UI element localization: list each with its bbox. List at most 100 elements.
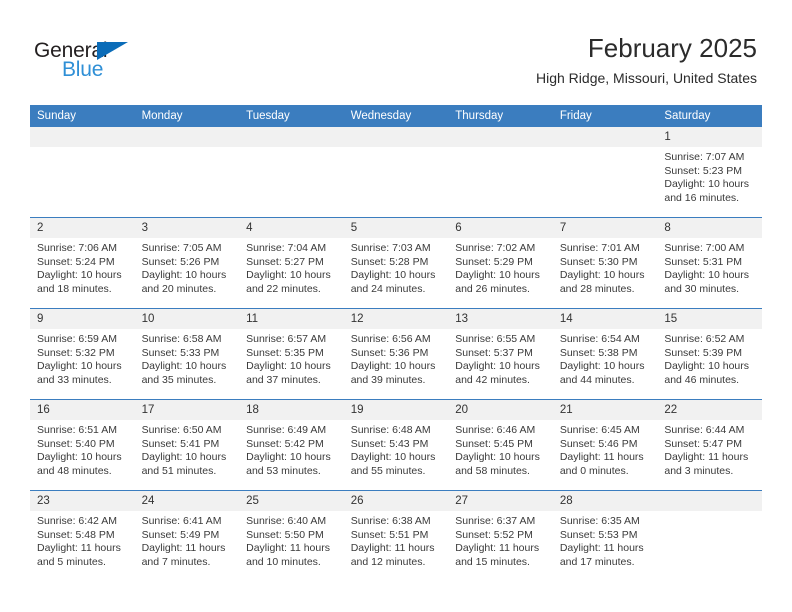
day-cell[interactable]: 2 Sunrise: 7:06 AM Sunset: 5:24 PM Daylight… <box>30 217 135 309</box>
sunrise-text: Sunrise: 6:37 AM <box>455 515 536 527</box>
day-number: 22 <box>657 400 762 420</box>
daylight-text-line1: Daylight: 11 hours <box>350 542 435 554</box>
day-cell[interactable]: 18 Sunrise: 6:49 AM Sunset: 5:42 PM Dayligh… <box>239 399 344 491</box>
day-cell[interactable]: 13 Sunrise: 6:55 AM Sunset: 5:37 PM Dayligh… <box>448 308 553 400</box>
day-cell[interactable]: 5 Sunrise: 7:03 AM Sunset: 5:28 PM Daylight… <box>343 217 449 309</box>
daylight-text-line2: and 0 minutes. <box>559 464 629 477</box>
sunset-text: Sunset: 5:31 PM <box>664 255 743 268</box>
day-cell[interactable]: 11 Sunrise: 6:57 AM Sunset: 5:35 PM Dayligh… <box>239 308 344 400</box>
daylight-text-line2: and 33 minutes. <box>37 373 112 386</box>
day-cell[interactable]: 10 Sunrise: 6:58 AM Sunset: 5:33 PM Dayligh… <box>134 308 240 400</box>
daylight-text-line1: Daylight: 10 hours <box>664 178 750 190</box>
day-cell[interactable]: 7 Sunrise: 7:01 AM Sunset: 5:30 PM Daylight… <box>552 217 658 309</box>
daylight-text-line1: Daylight: 11 hours <box>246 542 330 554</box>
day-cell[interactable]: 9 Sunrise: 6:59 AM Sunset: 5:32 PM Daylight… <box>30 308 135 400</box>
daylight-text-line2: and 42 minutes. <box>455 373 530 386</box>
daylight-text-line2: and 3 minutes. <box>664 464 734 477</box>
weekday-header-monday: Monday <box>134 105 240 127</box>
day-cell[interactable]: 12 Sunrise: 6:56 AM Sunset: 5:36 PM Dayligh… <box>343 308 449 400</box>
daylight-text-line2: and 30 minutes. <box>664 282 740 295</box>
sunset-text: Sunset: 5:36 PM <box>350 346 429 359</box>
day-cell[interactable]: 19 Sunrise: 6:48 AM Sunset: 5:43 PM Dayligh… <box>343 399 449 491</box>
day-cell[interactable] <box>239 127 344 218</box>
page-title: February 2025 <box>587 33 757 63</box>
sunrise-text: Sunrise: 7:07 AM <box>664 151 745 163</box>
sunrise-text: Sunrise: 6:50 AM <box>141 424 222 436</box>
daylight-text-line1: Daylight: 10 hours <box>141 269 227 281</box>
day-details: Sunrise: 7:01 AM Sunset: 5:30 PM Daylight:… <box>553 238 658 296</box>
sunset-text: Sunset: 5:38 PM <box>559 346 638 359</box>
sunrise-text: Sunrise: 7:02 AM <box>455 242 536 254</box>
daylight-text-line1: Daylight: 10 hours <box>559 269 645 281</box>
day-cell[interactable] <box>343 127 449 218</box>
sunset-text: Sunset: 5:32 PM <box>37 346 115 359</box>
day-cell[interactable]: 21 Sunrise: 6:45 AM Sunset: 5:46 PM Dayligh… <box>552 399 658 491</box>
day-cell[interactable]: 1 Sunrise: 7:07 AM Sunset: 5:23 PM Daylight… <box>657 127 762 218</box>
weekday-header-wednesday: Wednesday <box>343 105 449 127</box>
daylight-text-line2: and 53 minutes. <box>246 464 321 477</box>
day-number: 2 <box>30 218 135 238</box>
day-number <box>657 491 762 511</box>
daylight-text-line1: Daylight: 10 hours <box>664 269 750 281</box>
day-cell[interactable]: 20 Sunrise: 6:46 AM Sunset: 5:45 PM Dayligh… <box>448 399 553 491</box>
sunset-text: Sunset: 5:30 PM <box>559 255 638 268</box>
daylight-text-line1: Daylight: 10 hours <box>37 451 122 463</box>
day-cell[interactable] <box>552 127 658 218</box>
day-details <box>135 147 240 151</box>
day-cell[interactable]: 22 Sunrise: 6:44 AM Sunset: 5:47 PM Dayligh… <box>657 399 762 491</box>
sunset-text: Sunset: 5:43 PM <box>350 437 429 450</box>
day-cell[interactable]: 16 Sunrise: 6:51 AM Sunset: 5:40 PM Dayligh… <box>30 399 135 491</box>
day-cell[interactable]: 8 Sunrise: 7:00 AM Sunset: 5:31 PM Daylight… <box>657 217 762 309</box>
day-cell[interactable] <box>448 127 553 218</box>
day-number: 23 <box>30 491 135 511</box>
logo-text-blue: Blue <box>62 58 104 81</box>
day-cell[interactable]: 15 Sunrise: 6:52 AM Sunset: 5:39 PM Dayligh… <box>657 308 762 400</box>
day-details: Sunrise: 6:48 AM Sunset: 5:43 PM Daylight:… <box>344 420 449 478</box>
day-number: 7 <box>552 218 658 238</box>
weekday-header-friday: Friday <box>552 105 658 127</box>
daylight-text-line2: and 48 minutes. <box>37 464 112 477</box>
daylight-text-line2: and 22 minutes. <box>246 282 321 295</box>
day-cell[interactable]: 3 Sunrise: 7:05 AM Sunset: 5:26 PM Daylight… <box>134 217 240 309</box>
week-row: 16 Sunrise: 6:51 AM Sunset: 5:40 PM Dayligh… <box>30 399 762 491</box>
daylight-text-line1: Daylight: 10 hours <box>141 451 227 463</box>
daylight-text-line2: and 16 minutes. <box>664 191 740 204</box>
sunrise-text: Sunrise: 6:44 AM <box>664 424 745 436</box>
day-cell[interactable]: 27 Sunrise: 6:37 AM Sunset: 5:52 PM Dayligh… <box>448 490 553 581</box>
day-cell[interactable]: 26 Sunrise: 6:38 AM Sunset: 5:51 PM Dayligh… <box>343 490 449 581</box>
sunset-text: Sunset: 5:28 PM <box>350 255 429 268</box>
general-blue-logo[interactable]: General Blue <box>34 40 154 86</box>
day-details: Sunrise: 6:41 AM Sunset: 5:49 PM Daylight:… <box>135 511 240 569</box>
sunrise-text: Sunrise: 7:00 AM <box>664 242 745 254</box>
day-number: 14 <box>552 309 658 329</box>
day-cell[interactable]: 25 Sunrise: 6:40 AM Sunset: 5:50 PM Dayligh… <box>239 490 344 581</box>
day-cell[interactable] <box>657 490 762 581</box>
sunrise-text: Sunrise: 6:55 AM <box>455 333 536 345</box>
sunrise-text: Sunrise: 6:51 AM <box>37 424 117 436</box>
day-cell[interactable]: 14 Sunrise: 6:54 AM Sunset: 5:38 PM Dayligh… <box>552 308 658 400</box>
daylight-text-line2: and 58 minutes. <box>455 464 530 477</box>
daylight-text-line1: Daylight: 11 hours <box>559 542 644 554</box>
day-number: 27 <box>448 491 553 511</box>
day-cell[interactable] <box>134 127 240 218</box>
day-cell[interactable]: 24 Sunrise: 6:41 AM Sunset: 5:49 PM Dayligh… <box>134 490 240 581</box>
day-number: 3 <box>134 218 240 238</box>
sunset-text: Sunset: 5:48 PM <box>37 528 115 541</box>
day-cell[interactable] <box>30 127 135 218</box>
day-details <box>344 147 449 151</box>
day-cell[interactable]: 23 Sunrise: 6:42 AM Sunset: 5:48 PM Dayligh… <box>30 490 135 581</box>
daylight-text-line1: Daylight: 11 hours <box>455 542 540 554</box>
sunset-text: Sunset: 5:29 PM <box>455 255 533 268</box>
weekday-header-thursday: Thursday <box>448 105 553 127</box>
calendar-body: 1 Sunrise: 7:07 AM Sunset: 5:23 PM Daylight… <box>30 127 762 581</box>
day-cell[interactable]: 28 Sunrise: 6:35 AM Sunset: 5:53 PM Dayligh… <box>552 490 658 581</box>
day-details: Sunrise: 6:49 AM Sunset: 5:42 PM Daylight:… <box>239 420 344 478</box>
day-cell[interactable]: 4 Sunrise: 7:04 AM Sunset: 5:27 PM Daylight… <box>239 217 344 309</box>
day-number: 17 <box>134 400 240 420</box>
sunrise-text: Sunrise: 7:05 AM <box>141 242 222 254</box>
sunset-text: Sunset: 5:23 PM <box>664 164 743 177</box>
day-cell[interactable]: 6 Sunrise: 7:02 AM Sunset: 5:29 PM Daylight… <box>448 217 553 309</box>
sunrise-text: Sunrise: 6:35 AM <box>559 515 640 527</box>
day-cell[interactable]: 17 Sunrise: 6:50 AM Sunset: 5:41 PM Dayligh… <box>134 399 240 491</box>
page-header: General Blue February 2025 High Ridge, M… <box>0 0 792 104</box>
